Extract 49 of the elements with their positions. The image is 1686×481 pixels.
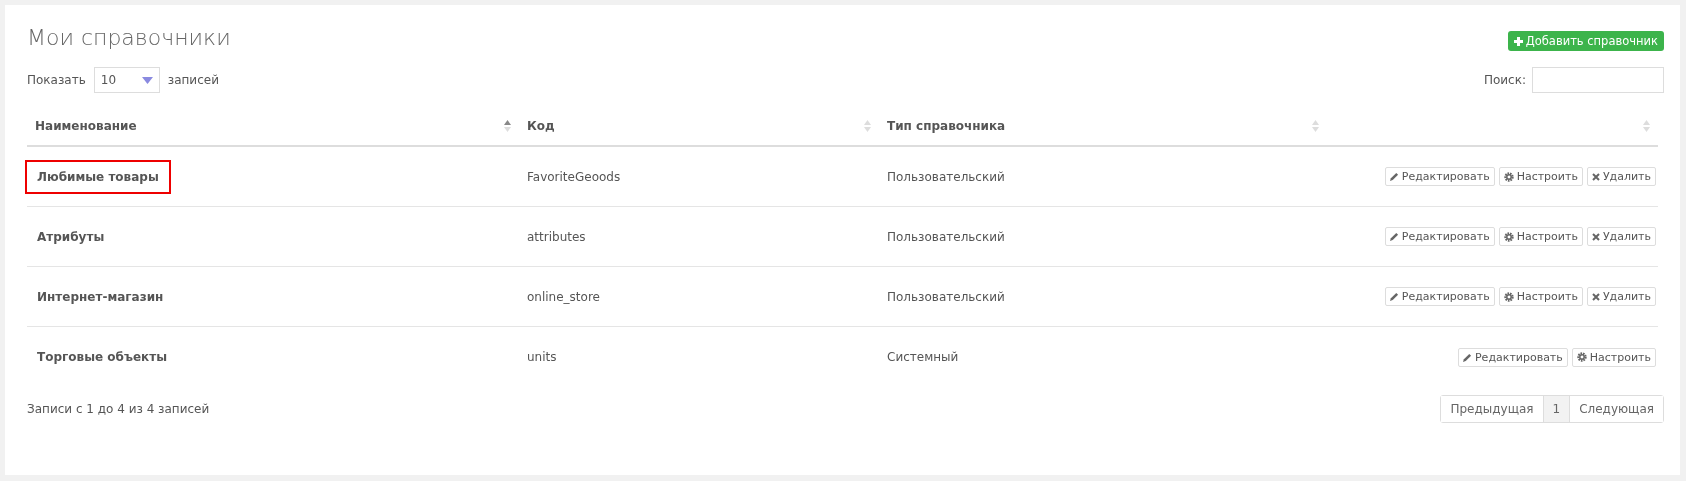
table-cell: Пользовательский (887, 169, 1005, 184)
close-icon (1591, 232, 1600, 241)
search-label: Поиск: (1483, 73, 1526, 87)
configure-button[interactable]: Настроить (1571, 347, 1656, 367)
table-cell: Любимые товары (25, 159, 171, 194)
pencil-icon (1389, 172, 1399, 181)
edit-button[interactable]: Редактировать (1384, 167, 1495, 186)
edit-button[interactable]: Редактировать (1384, 287, 1495, 306)
gear-icon (1503, 231, 1514, 242)
table-cell: FavoriteGeoods (527, 169, 621, 184)
pencil-icon (1463, 352, 1472, 362)
table-cell: units (527, 350, 557, 364)
table-cell: Пользовательский (887, 289, 1005, 304)
page-title: Мои справочники (27, 25, 231, 50)
pencil-icon (1389, 292, 1399, 301)
plus-icon (1513, 36, 1523, 46)
table-cell: online_store (527, 289, 600, 304)
configure-button[interactable]: Настроить (1498, 287, 1583, 306)
configure-button[interactable]: Настроить (1498, 167, 1583, 186)
search-field[interactable] (1532, 67, 1664, 93)
table-cell-text: Торговые объекты (36, 349, 169, 366)
table-cell-text: Интернет-магазин (36, 288, 165, 306)
show-label: Показать (27, 73, 86, 87)
configure-button[interactable]: Настроить (1498, 227, 1583, 246)
table-cell: Пользовательский (887, 229, 1005, 244)
gear-icon (1503, 171, 1514, 182)
delete-button[interactable]: Удалить (1586, 167, 1656, 186)
column-header[interactable]: Наименование (27, 107, 519, 147)
gear-icon (1576, 352, 1587, 362)
close-icon (1591, 172, 1600, 181)
sort-icon[interactable] (504, 119, 511, 133)
caret-icon (141, 76, 153, 84)
records-label: записей (167, 73, 219, 87)
records-info: Записи с 1 до 4 из 4 записей (27, 402, 210, 416)
pagination-button[interactable]: Следующая (1569, 396, 1663, 422)
delete-button[interactable]: Удалить (1586, 227, 1656, 246)
pencil-icon (1389, 232, 1399, 241)
column-header[interactable]: Код (519, 107, 879, 147)
gear-icon (1503, 291, 1514, 302)
table-cell: attributes (527, 229, 586, 244)
pagination-button[interactable]: 1 (1542, 396, 1570, 422)
column-header[interactable]: Тип справочника (879, 107, 1327, 147)
delete-button[interactable]: Удалить (1586, 287, 1656, 306)
table-cell-text: Атрибуты (36, 228, 106, 246)
page-size-select[interactable]: 10 (93, 67, 160, 93)
close-icon (1591, 292, 1600, 301)
edit-button[interactable]: Редактировать (1458, 347, 1568, 367)
table-cell: Системный (887, 350, 959, 364)
edit-button[interactable]: Редактировать (1384, 227, 1495, 246)
